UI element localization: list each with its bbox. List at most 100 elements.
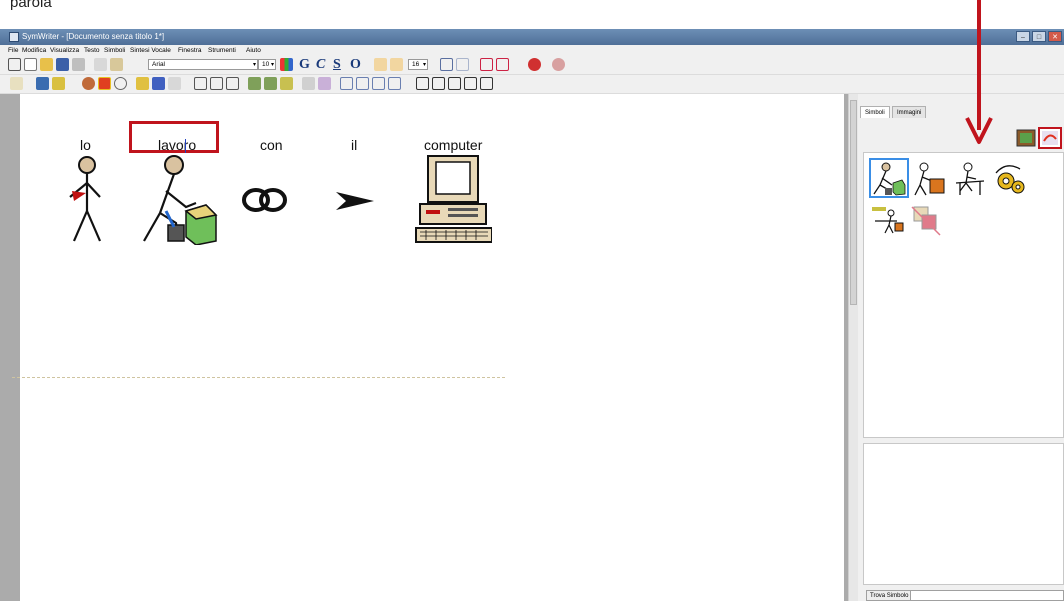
align-right-icon[interactable] [226,77,239,90]
symbol-bottom-icon[interactable] [264,77,277,90]
circle-icon[interactable] [114,77,127,90]
menu-aiuto[interactable]: Aiuto [246,45,261,56]
book-icon[interactable] [36,77,49,90]
menu-file[interactable]: File [8,45,18,56]
scrollbar-thumb[interactable] [850,100,857,305]
word-lo[interactable]: lo [80,137,91,153]
symbol-chooser-icon[interactable] [1038,127,1062,149]
font-select[interactable]: Arial ▾ [148,59,258,70]
open-folder-icon[interactable] [40,58,53,71]
decrease-indent-icon[interactable] [356,77,369,90]
exclamation-icon[interactable] [432,77,445,90]
minimize-button[interactable]: – [1016,31,1030,42]
align-center-icon[interactable] [210,77,223,90]
speaker-icon[interactable] [302,77,315,90]
toolbar-standard: Arial ▾ 10 ▾ G C S O 16 ▾ [0,56,1064,75]
table-icon[interactable] [388,77,401,90]
symbol-preview-area [863,443,1064,585]
outline-icon[interactable]: O [350,57,361,73]
picture-icon[interactable] [152,77,165,90]
caption-text: parola [10,0,52,11]
symbol-size-icon[interactable] [280,77,293,90]
line-spacing-icon[interactable] [374,58,387,71]
symbol-plus-icon[interactable] [416,77,429,90]
new-page-icon[interactable] [8,58,21,71]
text-cursor [185,139,186,153]
person-pointing-icon[interactable] [60,153,110,245]
box-icon[interactable] [480,77,493,90]
symbol-choice-gears-icon[interactable] [992,159,1028,197]
symbol-choice-desk-work-icon[interactable] [952,159,988,197]
undo-icon[interactable] [440,58,453,71]
arrow-left-icon[interactable] [448,77,461,90]
symbol-choice-moving-box-icon[interactable] [912,159,948,197]
symbol-top-icon[interactable] [248,77,261,90]
title-bar: SymWriter - [Documento senza titolo 1*] … [0,29,1064,45]
symbol-frame-icon[interactable] [136,77,149,90]
text-color-icon[interactable] [280,58,293,71]
menu-simboli[interactable]: Simboli [104,45,125,56]
speech-icon[interactable] [528,58,541,71]
menu-testo[interactable]: Testo [84,45,100,56]
menu-modifica[interactable]: Modifica [22,45,46,56]
menu-sintesi-vocale[interactable]: Sintesi Vocale [130,45,171,56]
menu-visualizza[interactable]: Visualizza [50,45,79,56]
font-size-select[interactable]: 10 ▾ [258,59,276,70]
window-title: SymWriter - [Documento senza titolo 1*] [22,32,165,41]
close-button[interactable]: ✕ [1048,31,1062,42]
italic-icon[interactable]: C [316,57,325,73]
symbol-panel: Simboli Immagini Trova Simbolo [858,94,1064,601]
symbol-choice-crossed-icon[interactable] [908,203,944,239]
find-symbol-input[interactable] [910,590,1064,601]
tab-simboli[interactable]: Simboli [860,106,890,118]
spacing-select[interactable]: 16 ▾ [408,59,428,70]
menu-finestra[interactable]: Finestra [178,45,201,56]
person-working-icon[interactable] [136,153,226,245]
spacing-value: 16 [412,61,420,68]
new-document-icon[interactable] [24,58,37,71]
color-symbol-icon[interactable] [98,77,111,90]
increase-indent-icon[interactable] [372,77,385,90]
find-symbol-button[interactable]: Trova Simbolo [866,590,913,601]
font-select-value: Arial [152,61,166,68]
copy-icon[interactable] [94,58,107,71]
menu-strumenti[interactable]: Strumenti [208,45,236,56]
face-icon[interactable] [82,77,95,90]
spellcheck-icon[interactable] [10,77,23,90]
speak-word-icon[interactable] [318,77,331,90]
paragraph-spacing-icon[interactable] [390,58,403,71]
symbol-choice-working-icon[interactable] [869,158,909,198]
symbol-bracket-right-icon[interactable] [496,58,509,71]
tab-immagini[interactable]: Immagini [892,106,927,118]
person-icon[interactable] [464,77,477,90]
arrow-triangle-icon[interactable] [334,188,376,214]
annotation-arrow-icon [965,0,993,144]
vertical-scrollbar[interactable] [848,94,858,601]
word-computer[interactable]: computer [424,137,482,153]
font-size-value: 10 [262,61,270,68]
redo-icon[interactable] [456,58,469,71]
word-con[interactable]: con [260,137,283,153]
symbol-bracket-left-icon[interactable] [480,58,493,71]
symbol-choice-workshop-icon[interactable] [869,203,905,237]
grid-icon[interactable] [52,77,65,90]
stop-speech-icon[interactable] [552,58,565,71]
window-controls: – □ ✕ [1016,31,1062,42]
print-icon[interactable] [72,58,85,71]
word-il[interactable]: il [351,137,357,153]
word-highlight-box [129,121,219,153]
align-left-icon[interactable] [194,77,207,90]
page-break-line [12,377,505,379]
computer-icon[interactable] [412,154,492,244]
bold-icon[interactable]: G [299,57,310,73]
paste-icon[interactable] [110,58,123,71]
underline-icon[interactable]: S [333,57,341,73]
rings-icon[interactable] [240,185,290,215]
symbol-choices-area [863,152,1064,438]
bullet-list-icon[interactable] [340,77,353,90]
maximize-button[interactable]: □ [1032,31,1046,42]
image-swap-icon[interactable] [168,77,181,90]
app-icon [9,32,19,42]
picture-frame-icon[interactable] [1016,129,1036,147]
save-icon[interactable] [56,58,69,71]
